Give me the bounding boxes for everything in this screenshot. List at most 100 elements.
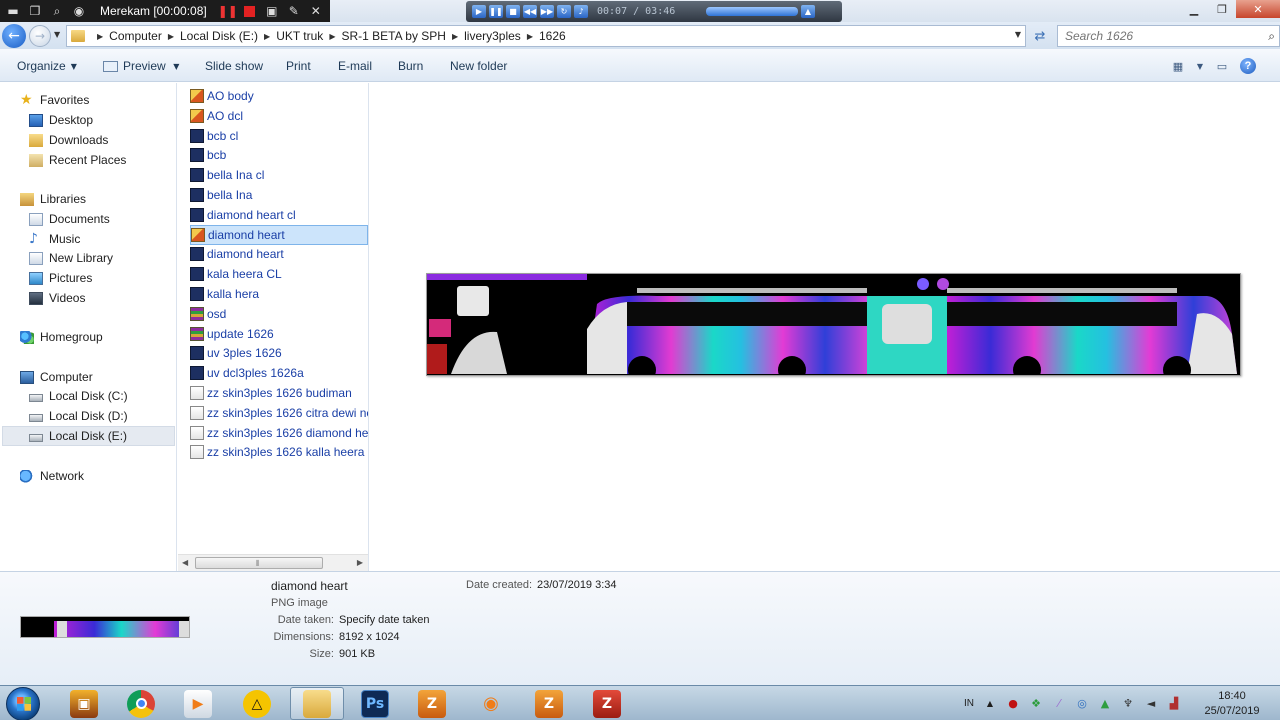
nav-videos[interactable]: Videos [29,288,85,308]
rewind-icon[interactable]: ◀◀ [523,5,537,18]
pause-icon[interactable]: ❚❚ [218,4,238,18]
nav-desktop[interactable]: Desktop [29,110,93,130]
breadcrumb-separator-icon[interactable]: ▶ [264,32,270,41]
breadcrumb-separator-icon[interactable]: ▶ [168,32,174,41]
nav-homegroup[interactable]: Homegroup [20,327,103,347]
file-list-item[interactable]: zz skin3ples 1626 kalla heera [190,442,368,462]
repeat-icon[interactable]: ↻ [557,5,571,18]
media-menu-icon[interactable]: ▲ [801,5,815,18]
play-icon[interactable]: ▶ [472,5,486,18]
nav-disk-e[interactable]: Local Disk (E:) [2,426,175,446]
file-list-item[interactable]: diamond heart cl [190,205,368,225]
chevron-down-icon[interactable]: ▼ [1196,59,1204,74]
screenshot-icon[interactable]: ▣ [265,4,279,18]
email-button[interactable]: E-mail [338,59,372,73]
safely-remove-icon[interactable]: ♆ [1121,697,1135,711]
recorder-menu-icon[interactable]: ▬ [6,4,20,18]
file-list-item[interactable]: bella Ina cl [190,165,368,185]
back-button[interactable]: ← [2,24,26,48]
breadcrumb-separator-icon[interactable]: ▶ [452,32,458,41]
file-list-item[interactable]: diamond heart [190,224,368,245]
nav-new-library[interactable]: New Library [29,248,113,268]
recorder-camera-icon[interactable]: ◉ [72,4,86,18]
taskbar-app[interactable]: ▶ [171,687,225,720]
nvidia-tray-icon[interactable]: ▲ [1098,697,1112,711]
breadcrumb-item[interactable]: livery3ples [464,29,521,43]
fast-forward-icon[interactable]: ▶▶ [540,5,554,18]
pause-media-icon[interactable]: ❚❚ [489,5,503,18]
scroll-right-icon[interactable]: ▶ [357,558,363,567]
network-status-icon[interactable]: ▟ [1167,697,1181,711]
nav-pictures[interactable]: Pictures [29,268,92,288]
network-tray-icon[interactable]: ❖ [1029,697,1043,711]
draw-pen-icon[interactable]: ✎ [287,4,301,18]
recorder-window-icon[interactable]: ❐ [28,4,42,18]
horizontal-scrollbar[interactable]: ◀ ⦀ ▶ [178,554,368,571]
file-list-item[interactable]: diamond heart [190,244,368,264]
file-list-item[interactable]: zz skin3ples 1626 diamond heart [190,423,368,443]
search-input[interactable] [1065,29,1245,43]
taskbar-app[interactable]: ◉ [464,687,518,720]
scroll-left-icon[interactable]: ◀ [182,558,188,567]
nav-downloads[interactable]: Downloads [29,130,108,150]
breadcrumb-separator-icon[interactable]: ▶ [527,32,533,41]
file-list-item[interactable]: AO dcl [190,106,368,126]
scrollbar-thumb[interactable]: ⦀ [195,557,323,569]
taskbar-app[interactable]: Ps [348,687,402,720]
taskbar-app[interactable]: Z [405,687,459,720]
help-icon[interactable]: ? [1240,58,1256,74]
breadcrumb-item[interactable]: SR-1 BETA by SPH [341,29,445,43]
nav-network[interactable]: Network [20,466,84,486]
breadcrumb-item[interactable]: 1626 [539,29,566,43]
breadcrumb-item[interactable]: UKT truk [276,29,323,43]
minimize-button[interactable]: ▁ [1180,0,1208,18]
volume-icon[interactable]: ♪ [574,5,588,18]
file-list-item[interactable]: osd [190,304,368,324]
taskbar-app[interactable]: Z [580,687,634,720]
new-folder-button[interactable]: New folder [450,59,507,73]
file-list-item[interactable]: kalla hera [190,284,368,304]
nav-disk-c[interactable]: Local Disk (C:) [29,386,128,406]
file-list-item[interactable]: update 1626 [190,324,368,344]
forward-button[interactable]: → [29,25,51,47]
change-view-icon[interactable]: ▦ [1170,59,1186,74]
recorder-close-icon[interactable]: ✕ [309,4,323,18]
nav-computer[interactable]: Computer [20,367,93,387]
close-button[interactable]: ✕ [1236,0,1280,18]
file-list-item[interactable]: zz skin3ples 1626 budiman [190,383,368,403]
pen-tray-icon[interactable]: ⁄ [1052,697,1066,711]
recorder-search-icon[interactable]: ⌕ [50,4,64,18]
burn-button[interactable]: Burn [398,59,423,73]
address-bar[interactable]: ▶ Computer ▶ Local Disk (E:) ▶ UKT truk … [66,25,1026,47]
file-list-item[interactable]: uv 3ples 1626 [190,343,368,363]
show-hidden-icons-icon[interactable]: ▲ [983,697,997,711]
maximize-button[interactable]: ❐ [1208,0,1236,18]
refresh-icon[interactable]: ⇄ [1030,26,1050,46]
file-list-item[interactable]: bcb cl [190,126,368,146]
file-list-item[interactable]: bella Ina [190,185,368,205]
nav-recent-places[interactable]: Recent Places [29,150,126,170]
taskbar-clock[interactable]: 18:40 25/07/2019 [1196,689,1268,719]
recent-pages-dropdown-icon[interactable]: ▼ [54,30,60,39]
file-list-item[interactable]: kala heera CL [190,264,368,284]
file-list-item[interactable]: AO body [190,86,368,106]
taskbar-app[interactable] [114,687,168,720]
language-indicator[interactable]: IN [964,698,974,709]
search-box[interactable]: ⌕ [1057,25,1280,47]
taskbar-app[interactable]: ▣ [57,687,111,720]
detail-value[interactable]: Specify date taken [339,614,430,626]
volume-tray-icon[interactable]: ◄ [1144,697,1158,711]
media-progress-track[interactable] [706,7,798,16]
start-button[interactable] [6,687,40,720]
nav-documents[interactable]: Documents [29,209,110,229]
file-list-item[interactable]: zz skin3ples 1626 citra dewi new [190,403,368,423]
organize-button[interactable]: Organize ▼ [17,59,77,73]
preview-pane-icon[interactable]: ▭ [1214,59,1230,74]
security-tray-icon[interactable]: ◎ [1075,697,1089,711]
taskbar-app-active[interactable] [290,687,344,720]
nav-disk-d[interactable]: Local Disk (D:) [29,406,128,426]
breadcrumb-separator-icon[interactable]: ▶ [97,32,103,41]
breadcrumb-item[interactable]: Computer [109,29,162,43]
print-button[interactable]: Print [286,59,311,73]
preview-button[interactable]: Preview ▼ [103,59,179,73]
